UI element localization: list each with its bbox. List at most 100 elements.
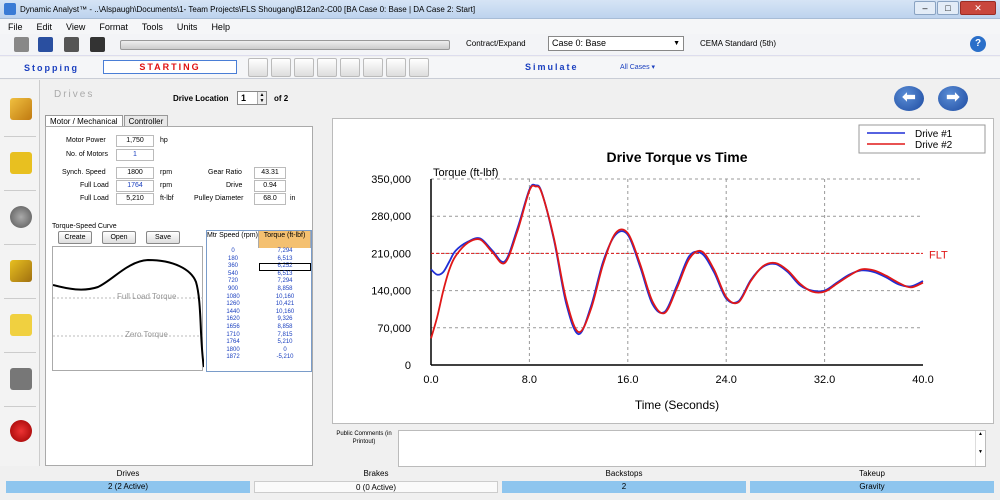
create-button[interactable]: Create <box>58 231 92 244</box>
idler-icon[interactable] <box>10 314 32 336</box>
torque-cell[interactable]: 5,210 <box>259 339 311 347</box>
drive-location-spinner[interactable]: 1 ▲ ▼ <box>237 91 267 105</box>
torque-cell[interactable]: 10,421 <box>259 301 311 309</box>
table-row[interactable]: 900 8,858 <box>207 286 311 294</box>
table-row[interactable]: 540 6,513 <box>207 271 311 279</box>
full-load-speed-field[interactable]: 1764 <box>116 180 154 192</box>
cut-icon[interactable] <box>14 37 29 52</box>
table-row[interactable]: 1764 5,210 <box>207 339 311 347</box>
torque-cell[interactable]: 9,326 <box>259 316 311 324</box>
pulley-diameter-field[interactable]: 68.0 <box>254 193 286 205</box>
torque-cell[interactable]: 7,815 <box>259 332 311 340</box>
table-row[interactable]: 720 7,294 <box>207 278 311 286</box>
drives-icon[interactable] <box>10 152 32 174</box>
torque-cell[interactable]: 8,858 <box>259 286 311 294</box>
speed-cell[interactable]: 1764 <box>207 339 259 347</box>
speed-cell[interactable]: 1872 <box>207 354 259 362</box>
speed-cell[interactable]: 1260 <box>207 301 259 309</box>
table-row[interactable]: 1080 10,160 <box>207 294 311 302</box>
status-drives-value[interactable]: 2 (2 Active) <box>6 481 250 493</box>
save-icon[interactable] <box>38 37 53 52</box>
torque-cell[interactable]: 7,294 <box>259 278 311 286</box>
camera-icon[interactable] <box>90 37 105 52</box>
torque-cell[interactable]: 8,858 <box>259 324 311 332</box>
table-row[interactable]: 180 6,513 <box>207 256 311 264</box>
gear-ratio-field[interactable]: 43.31 <box>254 167 286 179</box>
table-row[interactable]: 1656 8,858 <box>207 324 311 332</box>
table-row[interactable]: 1620 9,326 <box>207 316 311 324</box>
motor-power-field[interactable]: 1,750 <box>116 135 154 147</box>
status-backstops-value[interactable]: 2 <box>502 481 746 493</box>
speed-cell[interactable]: 1080 <box>207 294 259 302</box>
table-row[interactable]: 1440 10,160 <box>207 309 311 317</box>
speed-cell[interactable]: 1620 <box>207 316 259 324</box>
close-button[interactable]: ✕ <box>960 1 996 15</box>
synch-speed-field[interactable]: 1800 <box>116 167 154 179</box>
table-row[interactable]: 360 6,252 <box>207 263 311 271</box>
belt-icon[interactable] <box>10 368 32 390</box>
table-row[interactable]: 1260 10,421 <box>207 301 311 309</box>
comments-scrollbar[interactable]: ▲ ▼ <box>975 431 985 466</box>
menu-tools[interactable]: Tools <box>142 22 163 32</box>
starting-button[interactable]: STARTING <box>103 60 237 74</box>
stopping-button[interactable]: Stopping <box>24 63 79 73</box>
status-takeup-value[interactable]: Gravity <box>750 481 994 493</box>
speed-cell[interactable]: 1800 <box>207 347 259 355</box>
status-brakes-value[interactable]: 0 (0 Active) <box>254 481 498 493</box>
table-row[interactable]: 1872 -5,210 <box>207 354 311 362</box>
minimize-button[interactable]: – <box>914 1 936 15</box>
takeup-icon[interactable] <box>386 58 406 77</box>
full-load-torque-field[interactable]: 5,210 <box>116 193 154 205</box>
speed-cell[interactable]: 180 <box>207 256 259 264</box>
simulate-button[interactable]: Simulate <box>525 62 579 72</box>
menu-file[interactable]: File <box>8 22 23 32</box>
table-row[interactable]: 1710 7,815 <box>207 332 311 340</box>
speed-icon[interactable] <box>294 58 314 77</box>
torque-cell[interactable]: 10,160 <box>259 309 311 317</box>
maximize-button[interactable]: □ <box>937 1 959 15</box>
back-arrow-icon[interactable]: ⬅ <box>894 86 924 111</box>
torque-cell[interactable]: 6,513 <box>259 256 311 264</box>
table-row[interactable]: 0 7,294 <box>207 248 311 256</box>
torque-cell[interactable]: 10,160 <box>259 294 311 302</box>
menu-view[interactable]: View <box>66 22 85 32</box>
slip-icon[interactable] <box>363 58 383 77</box>
alerts-icon[interactable] <box>10 420 32 442</box>
speed-cell[interactable]: 900 <box>207 286 259 294</box>
open-button[interactable]: Open <box>102 231 136 244</box>
contract-expand-button[interactable]: Contract/Expand <box>466 39 526 48</box>
all-cases-dropdown[interactable]: All Cases ▾ <box>620 63 655 71</box>
power-icon[interactable] <box>317 58 337 77</box>
speed-cell[interactable]: 360 <box>207 263 259 271</box>
torque-cell[interactable]: 0 <box>259 347 311 355</box>
wrench-icon[interactable] <box>10 260 32 282</box>
menu-help[interactable]: Help <box>211 22 230 32</box>
pulley-icon[interactable] <box>10 206 32 228</box>
torque-cell[interactable]: 6,513 <box>259 271 311 279</box>
pencil-icon[interactable] <box>10 98 32 120</box>
menu-edit[interactable]: Edit <box>37 22 53 32</box>
menu-format[interactable]: Format <box>99 22 128 32</box>
speed-cell[interactable]: 540 <box>207 271 259 279</box>
speed-cell[interactable]: 720 <box>207 278 259 286</box>
forward-arrow-icon[interactable]: ➡ <box>938 86 968 111</box>
speed-cell[interactable]: 1440 <box>207 309 259 317</box>
sag-icon[interactable] <box>409 58 429 77</box>
speed-cell[interactable]: 1656 <box>207 324 259 332</box>
table-row[interactable]: 1800 0 <box>207 347 311 355</box>
tension-icon[interactable] <box>271 58 291 77</box>
torque-icon[interactable] <box>340 58 360 77</box>
torque-cell[interactable]: -5,210 <box>259 354 311 362</box>
help-icon[interactable]: ? <box>970 36 986 52</box>
drive-efficiency-field[interactable]: 0.94 <box>254 180 286 192</box>
case-select[interactable]: Case 0: Base ▼ <box>548 36 684 51</box>
speed-cell[interactable]: 0 <box>207 248 259 256</box>
speed-cell[interactable]: 1710 <box>207 332 259 340</box>
torque-cell[interactable]: 6,252 <box>259 263 311 271</box>
save-button[interactable]: Save <box>146 231 180 244</box>
print-icon[interactable] <box>64 37 79 52</box>
num-motors-field[interactable]: 1 <box>116 149 154 161</box>
menu-units[interactable]: Units <box>177 22 198 32</box>
public-comments-input[interactable]: ▲ ▼ <box>398 430 986 467</box>
animate-icon[interactable] <box>248 58 268 77</box>
